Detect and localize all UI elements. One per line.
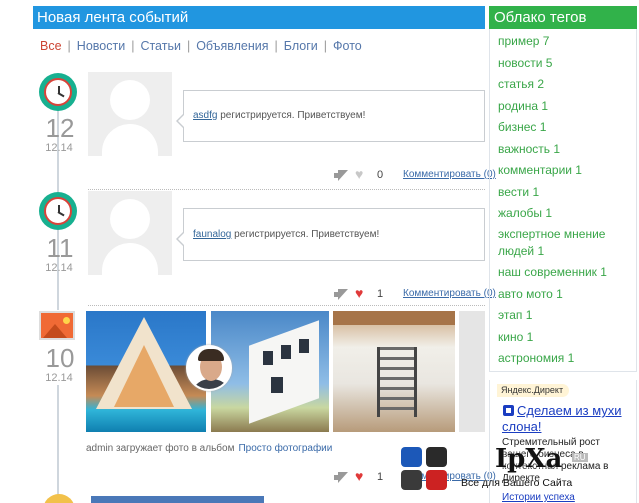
divider	[88, 305, 485, 306]
share-megaphone-icon[interactable]	[334, 289, 348, 300]
next-event-preview	[91, 496, 264, 503]
user-avatar[interactable]	[88, 191, 172, 275]
tag-link[interactable]: бизнес 1	[498, 120, 546, 134]
share-megaphone-icon[interactable]	[334, 170, 348, 181]
watermark-ru-badge: RU	[572, 453, 588, 462]
like-heart-icon[interactable]: ♥	[355, 286, 363, 300]
tag-link[interactable]: астрономия 1	[498, 351, 574, 365]
like-heart-icon[interactable]: ♥	[355, 167, 363, 181]
comment-link[interactable]: Комментировать (0)	[403, 169, 496, 180]
clock-icon	[39, 192, 77, 230]
timeline-line	[57, 385, 59, 495]
tag-link[interactable]: пример 7	[498, 34, 549, 48]
event-day: 11	[46, 233, 74, 263]
like-heart-icon[interactable]: ♥	[355, 469, 363, 483]
event-day: 10	[45, 343, 75, 373]
next-event-icon	[43, 494, 75, 503]
tag-link[interactable]: кино 1	[498, 330, 533, 344]
divider	[88, 189, 485, 190]
event-date: 12.14	[45, 142, 73, 154]
tag-link[interactable]: жалобы 1	[498, 206, 552, 220]
watermark-logo: IpXa	[495, 444, 563, 474]
feed-title: Новая лента событий	[33, 6, 485, 29]
clock-icon	[39, 73, 77, 111]
photo-caption: admin загружает фото в альбом Просто фото…	[86, 443, 333, 454]
event-text: регистрируется. Приветствуем!	[234, 229, 380, 240]
like-count: 1	[377, 471, 384, 483]
share-megaphone-icon[interactable]	[334, 472, 348, 483]
tab-blogs[interactable]: Блоги	[284, 39, 318, 53]
photo-thumbnail[interactable]	[333, 311, 455, 432]
author-avatar[interactable]	[186, 345, 232, 391]
event-actions: ♥ 1 Комментировать (0)	[330, 286, 496, 303]
tag-link[interactable]: этап 1	[498, 308, 532, 322]
tab-photo[interactable]: Фото	[333, 39, 362, 53]
event-day: 12	[45, 113, 75, 143]
event-date: 12.14	[45, 372, 73, 384]
tab-news[interactable]: Новости	[77, 39, 125, 53]
ad-link[interactable]: Сделаем из мухи слона!	[502, 403, 632, 435]
event-date: 12.14	[45, 262, 73, 274]
tag-link[interactable]: статья 2	[498, 77, 544, 91]
tag-link[interactable]: вести 1	[498, 185, 539, 199]
tag-link[interactable]: важность 1	[498, 142, 560, 156]
tag-link[interactable]: комментарии 1	[498, 163, 582, 177]
user-avatar[interactable]	[88, 72, 172, 156]
event-actions: ♥ 0 Комментировать (0)	[330, 167, 496, 184]
like-count: 0	[377, 169, 384, 181]
ad-label: Яндекс.Директ	[497, 384, 570, 397]
tab-articles[interactable]: Статьи	[140, 39, 181, 53]
tag-link[interactable]: родина 1	[498, 99, 548, 113]
album-link[interactable]: Просто фотографии	[238, 443, 332, 454]
tags-title: Облако тегов	[489, 6, 637, 29]
tag-link[interactable]: экспертное мнение	[498, 227, 605, 241]
tab-ads[interactable]: Объявления	[196, 39, 268, 53]
watermark-boxes	[401, 447, 447, 491]
photo-thumbnail[interactable]	[459, 311, 485, 432]
ad-more-link[interactable]: Истории успеха	[502, 492, 575, 503]
tag-link[interactable]: наш современник 1	[498, 265, 607, 279]
event-message: faunalog регистрируется. Приветствуем!	[176, 208, 485, 261]
event-message: asdfg регистрируется. Приветствуем!	[176, 90, 485, 142]
user-link[interactable]: asdfg	[193, 110, 217, 121]
watermark-tagline: Все для Вашего Сайта	[461, 477, 573, 489]
tab-all[interactable]: Все	[40, 39, 62, 53]
user-link[interactable]: faunalog	[193, 229, 231, 240]
comment-link[interactable]: Комментировать (0)	[403, 288, 496, 299]
photo-icon	[39, 311, 75, 340]
event-text: регистрируется. Приветствуем!	[220, 110, 366, 121]
tag-link[interactable]: новости 5	[498, 56, 552, 70]
tag-link[interactable]: авто мото 1	[498, 287, 563, 301]
tag-link[interactable]: людей 1	[498, 244, 544, 258]
like-count: 1	[377, 288, 384, 300]
feed-tabs: Все | Новости | Статьи | Объявления | Блоги | Фото	[40, 39, 362, 53]
